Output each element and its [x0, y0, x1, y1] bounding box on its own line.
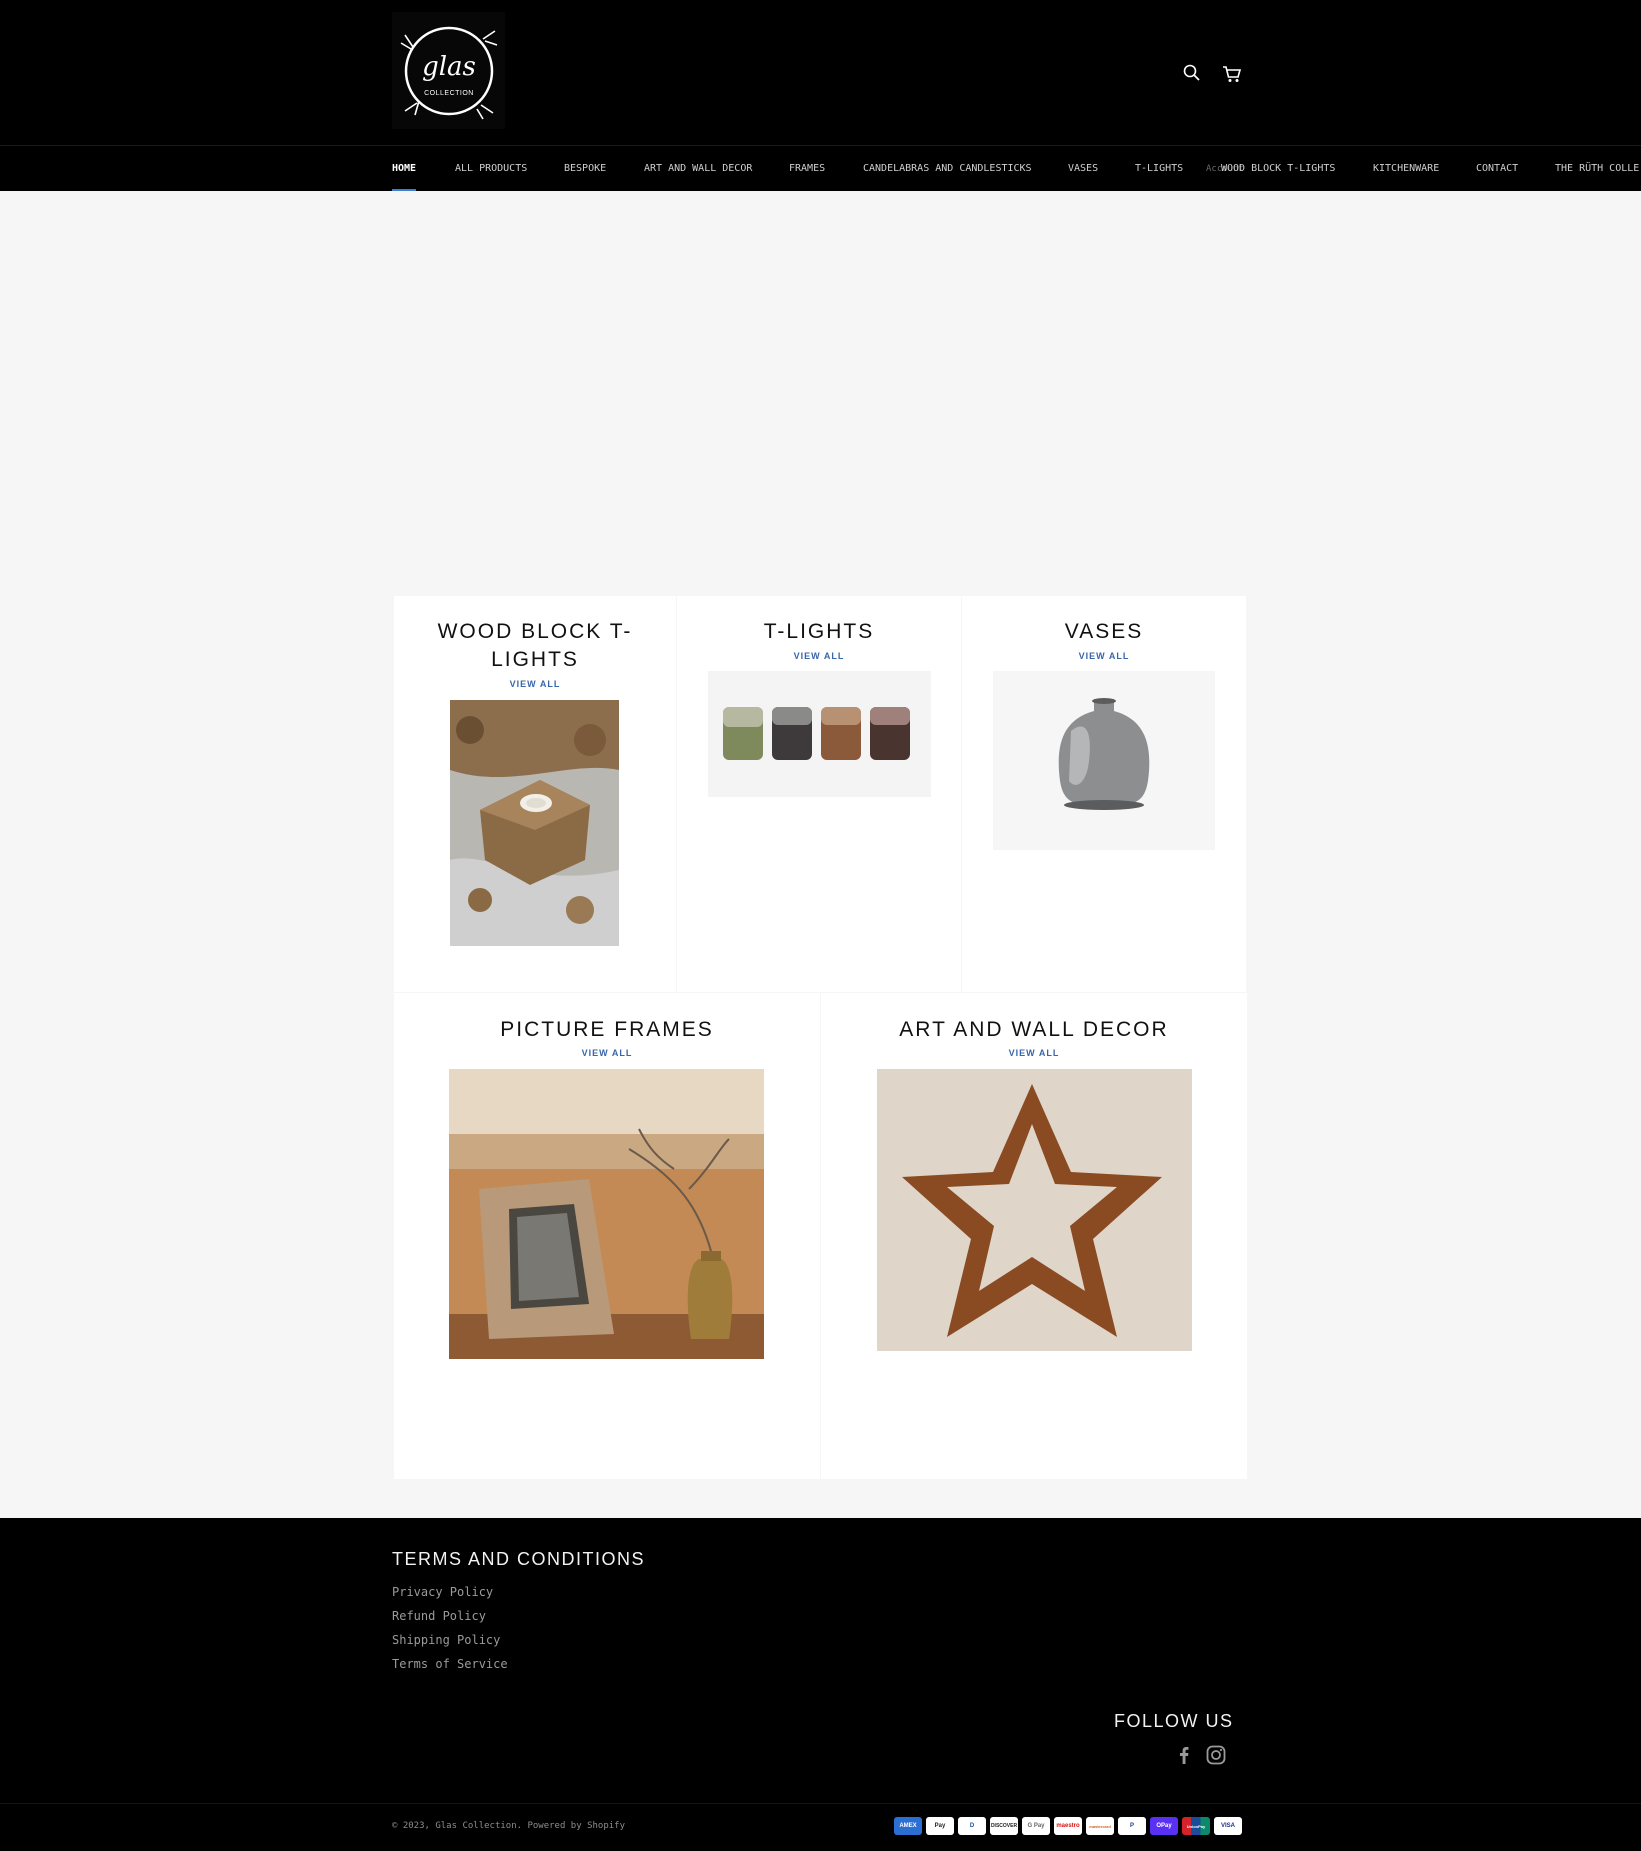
svg-text:COLLECTION: COLLECTION: [424, 90, 474, 97]
collection-title: WOOD BLOCK T- LIGHTS: [437, 620, 633, 671]
main-navigation: HOME ALL PRODUCTS BESPOKE ART AND WALL D…: [0, 145, 1641, 191]
shipping-policy-link[interactable]: Shipping Policy: [392, 1633, 500, 1647]
search-icon[interactable]: [1181, 62, 1203, 84]
view-all-link[interactable]: VIEW ALL: [821, 1048, 1247, 1058]
nav-item-art-and-wall-decor[interactable]: ART AND WALL DECOR: [644, 146, 752, 191]
nav-item-all-products[interactable]: ALL PRODUCTS: [455, 146, 527, 191]
google-pay-icon: G Pay: [1022, 1817, 1050, 1835]
maestro-icon: maestro: [1054, 1817, 1082, 1835]
collection-image-art-and-wall-decor[interactable]: [877, 1069, 1192, 1351]
nav-item-contact[interactable]: CONTACT: [1476, 146, 1518, 191]
diners-club-icon: D: [958, 1817, 986, 1835]
privacy-policy-link[interactable]: Privacy Policy: [392, 1585, 493, 1599]
nav-item-bespoke[interactable]: BESPOKE: [564, 146, 606, 191]
nav-item-t-lights[interactable]: T-LIGHTS: [1135, 146, 1183, 191]
collection-image-t-lights[interactable]: [708, 671, 931, 797]
amex-icon: AMEX: [894, 1817, 922, 1835]
view-all-link[interactable]: VIEW ALL: [962, 651, 1246, 661]
nav-item-kitchenware[interactable]: KITCHENWARE: [1373, 146, 1439, 191]
collection-card-vases[interactable]: VASES VIEW ALL: [962, 596, 1246, 992]
nav-item-wood-block-t-lights[interactable]: WOOD BLOCK T-LIGHTS: [1221, 146, 1335, 191]
collection-card-t-lights[interactable]: T-LIGHTS VIEW ALL: [677, 596, 961, 992]
nav-item-ruth-collection[interactable]: THE RÜTH COLLE: [1555, 146, 1639, 191]
collection-title: ART AND WALL DECOR: [899, 1018, 1169, 1041]
copyright-text: © 2023, Glas Collection. Powered by Shop…: [392, 1821, 625, 1831]
logo-graphic: glas COLLECTION: [400, 26, 497, 119]
collection-title: VASES: [1064, 620, 1144, 643]
view-all-link[interactable]: VIEW ALL: [394, 679, 676, 689]
site-header: glas COLLECTION: [0, 0, 1641, 145]
footer-divider: [0, 1803, 1641, 1804]
instagram-icon[interactable]: [1205, 1744, 1227, 1766]
svg-text:glas: glas: [422, 52, 476, 82]
collection-card-picture-frames[interactable]: PICTURE FRAMES VIEW ALL: [394, 993, 820, 1479]
refund-policy-link[interactable]: Refund Policy: [392, 1609, 486, 1623]
collection-title: PICTURE FRAMES: [500, 1018, 714, 1041]
collection-card-art-and-wall-decor[interactable]: ART AND WALL DECOR VIEW ALL: [821, 993, 1247, 1479]
collection-image-vases[interactable]: [993, 671, 1215, 850]
site-footer: [0, 1518, 1641, 1851]
terms-of-service-link[interactable]: Terms of Service: [392, 1657, 508, 1671]
visa-icon: VISA: [1214, 1817, 1242, 1835]
nav-item-vases[interactable]: VASES: [1068, 146, 1098, 191]
mastercard-icon: mastercard: [1086, 1817, 1114, 1835]
collection-title: T-LIGHTS: [763, 620, 875, 643]
view-all-link[interactable]: VIEW ALL: [394, 1048, 820, 1058]
nav-item-candelabras[interactable]: CANDELABRAS AND CANDLESTICKS: [863, 146, 1032, 191]
cart-icon[interactable]: [1221, 63, 1243, 85]
paypal-icon: P: [1118, 1817, 1146, 1835]
view-all-link[interactable]: VIEW ALL: [677, 651, 961, 661]
collection-image-wood-block[interactable]: [450, 700, 619, 946]
unionpay-icon: UnionPay: [1182, 1817, 1210, 1835]
site-logo[interactable]: glas COLLECTION: [392, 12, 505, 129]
collection-card-wood-block-t-lights[interactable]: WOOD BLOCK T- LIGHTS VIEW ALL: [394, 596, 676, 992]
shop-pay-icon: OPay: [1150, 1817, 1178, 1835]
apple-pay-icon: Pay: [926, 1817, 954, 1835]
follow-us-heading: FOLLOW US: [1114, 1711, 1234, 1731]
terms-heading: TERMS AND CONDITIONS: [392, 1549, 646, 1569]
nav-item-home[interactable]: HOME: [392, 146, 417, 191]
collection-image-picture-frames[interactable]: [449, 1069, 764, 1359]
nav-item-frames[interactable]: FRAMES: [789, 146, 825, 191]
discover-icon: DISCOVER: [990, 1817, 1018, 1835]
facebook-icon[interactable]: [1173, 1744, 1195, 1766]
